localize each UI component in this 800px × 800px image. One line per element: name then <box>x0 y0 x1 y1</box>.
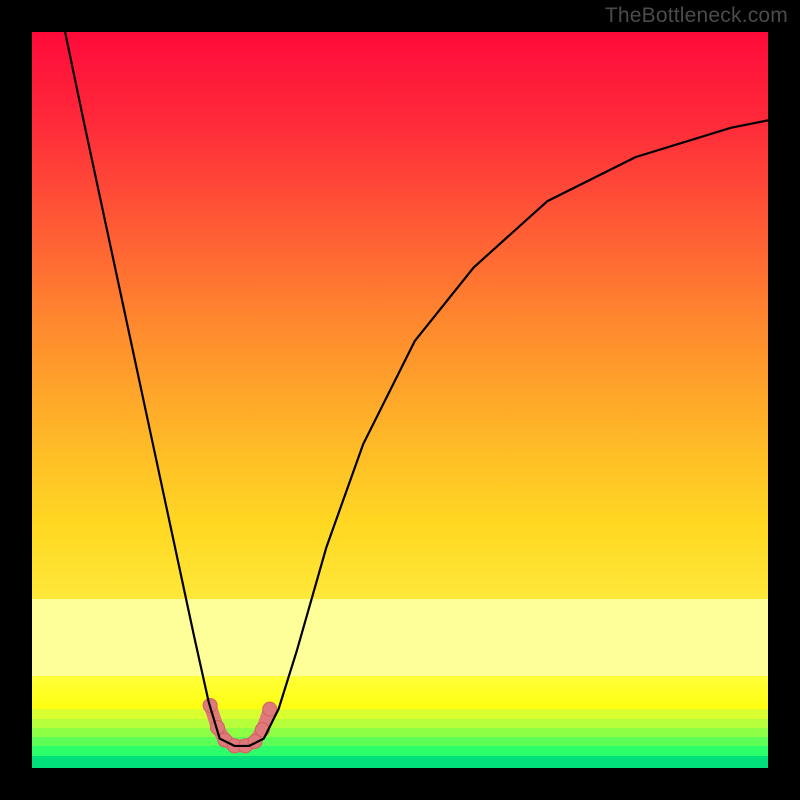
highlight-dots <box>203 698 277 752</box>
watermark-label: TheBottleneck.com <box>605 4 788 28</box>
curve-layer <box>32 32 768 768</box>
plot-area <box>32 32 768 768</box>
chart-frame: TheBottleneck.com <box>0 0 800 800</box>
highlight-dot <box>263 702 277 716</box>
bottleneck-curve <box>65 32 768 746</box>
